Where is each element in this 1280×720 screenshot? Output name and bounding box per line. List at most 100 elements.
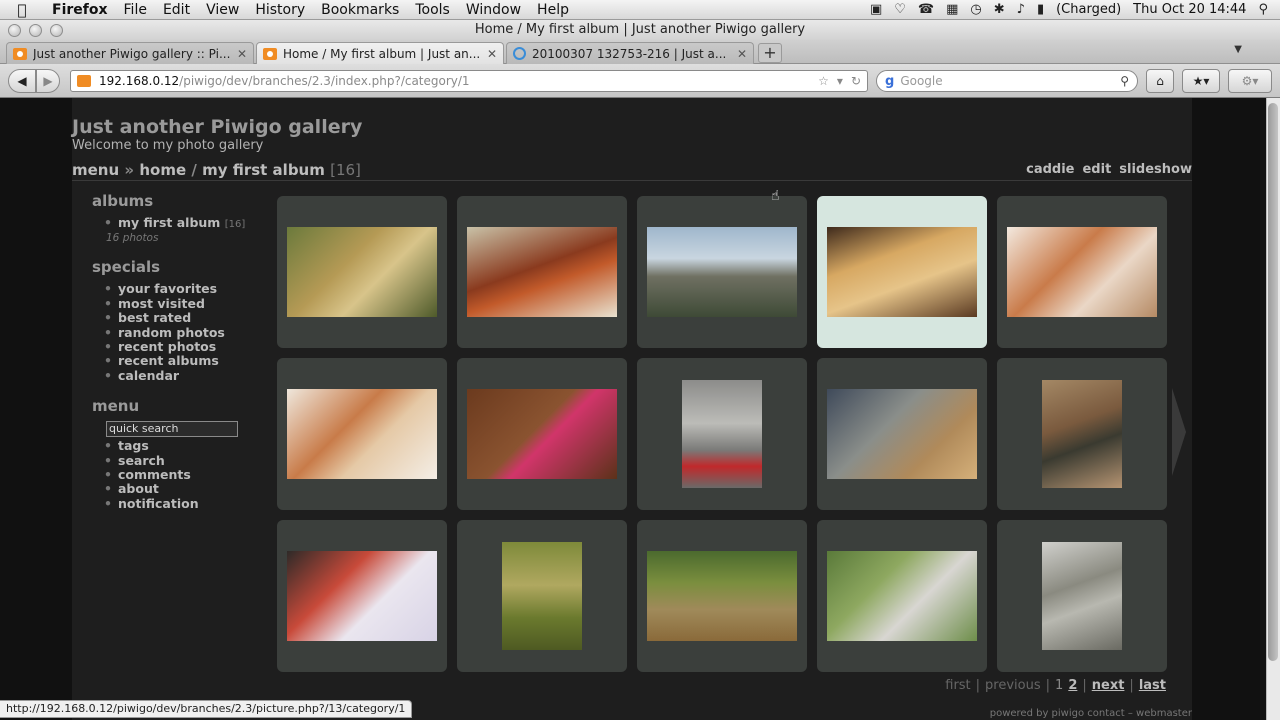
slideshow-link[interactable]: slideshow xyxy=(1119,162,1192,177)
pager-page-2[interactable]: 2 xyxy=(1068,678,1077,693)
menu-bookmarks[interactable]: Bookmarks xyxy=(313,2,407,18)
close-tab-icon[interactable]: ✕ xyxy=(737,47,747,61)
magnifier-icon[interactable]: ⚲ xyxy=(1120,74,1129,88)
thumbnail-cell[interactable] xyxy=(817,520,987,672)
history-dropdown-icon[interactable]: ▾ xyxy=(837,74,843,88)
battery-status[interactable]: (Charged) xyxy=(1056,2,1121,17)
edit-link[interactable]: edit xyxy=(1082,162,1111,177)
menu-file[interactable]: File xyxy=(116,2,155,18)
tab-photo-page[interactable]: 20100307 132753-216 | Just a... ✕ xyxy=(506,42,754,64)
time-machine-icon[interactable]: ◷ xyxy=(970,2,981,17)
back-button[interactable]: ◀ xyxy=(8,69,36,93)
battery-icon[interactable]: ▮ xyxy=(1037,2,1044,17)
thumbnail-rocky-shore[interactable] xyxy=(647,227,797,317)
caddie-link[interactable]: caddie xyxy=(1026,162,1074,177)
url-bar[interactable]: 192.168.0.12/piwigo/dev/branches/2.3/ind… xyxy=(70,70,868,92)
forward-button[interactable]: ▶ xyxy=(36,69,60,93)
thumbnail-cell[interactable] xyxy=(277,358,447,510)
thumbnail-crab[interactable] xyxy=(467,227,617,317)
tab-my-first-album[interactable]: Home / My first album | Just an... ✕ xyxy=(256,42,504,64)
sidebar-item-recent-photos[interactable]: recent photos xyxy=(92,339,252,355)
thumbnail-cell[interactable] xyxy=(277,520,447,672)
close-window-icon[interactable] xyxy=(8,24,21,37)
close-tab-icon[interactable]: ✕ xyxy=(487,47,497,61)
thumbnail-cell[interactable] xyxy=(997,520,1167,672)
thumbnail-desserts[interactable] xyxy=(1007,227,1157,317)
sidebar-item-random-photos[interactable]: random photos xyxy=(92,325,252,341)
clock[interactable]: Thu Oct 20 14:44 xyxy=(1133,2,1246,17)
thumbnail-potatoes[interactable] xyxy=(287,227,437,317)
menu-help[interactable]: Help xyxy=(529,2,577,18)
sidebar-item-most-visited[interactable]: most visited xyxy=(92,296,252,312)
breadcrumb-album[interactable]: my first album xyxy=(202,161,325,179)
thumbnail-cell[interactable] xyxy=(637,358,807,510)
thumbnail-mushrooms[interactable] xyxy=(502,542,582,650)
quick-search-input[interactable]: quick search xyxy=(106,421,238,438)
home-icon[interactable]: ⌂ xyxy=(1146,69,1174,93)
thumbnail-red-bicycle[interactable] xyxy=(682,380,762,488)
thumbnail-salmon-dish[interactable] xyxy=(287,389,437,479)
bluetooth-icon[interactable]: ✱ xyxy=(994,2,1005,17)
sidebar-item-your-favorites[interactable]: your favorites xyxy=(92,281,252,297)
sidebar-item-tags[interactable]: tags xyxy=(92,438,252,454)
thumbnail-cell[interactable] xyxy=(637,520,807,672)
sidebar-item-comments[interactable]: comments xyxy=(92,467,252,483)
menu-window[interactable]: Window xyxy=(458,2,529,18)
sidebar-item-my-first-album[interactable]: my first album [16] xyxy=(92,215,252,232)
thumbnail-cell[interactable] xyxy=(997,196,1167,348)
sidebar-item-recent-albums[interactable]: recent albums xyxy=(92,354,252,370)
thumbnail-toy-figures[interactable] xyxy=(1042,380,1122,488)
new-tab-button[interactable]: + xyxy=(758,43,782,63)
menu-edit[interactable]: Edit xyxy=(155,2,198,18)
sidebar-item-calendar[interactable]: calendar xyxy=(92,368,252,384)
cloud-icon[interactable]: ♡ xyxy=(894,2,906,17)
menu-view[interactable]: View xyxy=(198,2,247,18)
thumbnail-cherub-statue[interactable] xyxy=(1042,542,1122,650)
thumbnail-cell[interactable] xyxy=(997,358,1167,510)
menu-tools[interactable]: Tools xyxy=(407,2,458,18)
menu-history[interactable]: History xyxy=(247,2,313,18)
thumbnail-cell[interactable] xyxy=(637,196,807,348)
thumbnail-biscuits[interactable] xyxy=(827,227,977,317)
albums-heading[interactable]: albums xyxy=(92,192,252,210)
phone-icon[interactable]: ☎ xyxy=(918,2,934,17)
thumbnail-statue[interactable] xyxy=(827,551,977,641)
close-tab-icon[interactable]: ✕ xyxy=(237,47,247,61)
sidebar-item-best-rated[interactable]: best rated xyxy=(92,310,252,326)
breadcrumb-menu[interactable]: menu xyxy=(72,161,119,179)
thumbnail-pink-shoes[interactable] xyxy=(467,389,617,479)
next-page-arrow-icon[interactable] xyxy=(1172,388,1186,476)
pager-last[interactable]: last xyxy=(1139,678,1166,693)
zoom-window-icon[interactable] xyxy=(50,24,63,37)
camera-icon[interactable]: ▣ xyxy=(870,2,882,17)
bookmark-star-icon[interactable]: ☆ xyxy=(818,74,829,88)
thumbnail-cell[interactable] xyxy=(457,358,627,510)
thumbnail-cell[interactable] xyxy=(277,196,447,348)
minimize-window-icon[interactable] xyxy=(29,24,42,37)
reload-icon[interactable]: ↻ xyxy=(851,74,861,88)
sidebar-item-about[interactable]: about xyxy=(92,482,252,498)
tab-list-icon[interactable]: ▼ xyxy=(1234,44,1242,55)
google-icon[interactable]: g xyxy=(885,74,894,89)
tab-piwigo-home[interactable]: Just another Piwigo gallery :: Pi... ✕ xyxy=(6,42,254,64)
bookmarks-menu-icon[interactable]: ★▾ xyxy=(1182,69,1220,93)
sidebar-item-search[interactable]: search xyxy=(92,453,252,469)
breadcrumb-home[interactable]: home xyxy=(139,161,186,179)
pager-next[interactable]: next xyxy=(1092,678,1125,693)
app-status-icon[interactable]: ▦ xyxy=(946,2,958,17)
apple-icon[interactable]:  xyxy=(0,1,44,19)
site-title[interactable]: Just another Piwigo gallery xyxy=(72,116,362,138)
thumbnail-cell[interactable] xyxy=(457,520,627,672)
thumbnail-tree-alley[interactable] xyxy=(647,551,797,641)
extensions-icon[interactable]: ⚙▾ xyxy=(1228,69,1272,93)
thumbnail-toy-warriors[interactable] xyxy=(827,389,977,479)
thumbnail-cell[interactable] xyxy=(817,358,987,510)
spotlight-search-icon[interactable]: ⚲ xyxy=(1258,2,1268,17)
search-bar[interactable]: g Google ⚲ xyxy=(876,70,1138,92)
thumbnail-cell[interactable] xyxy=(457,196,627,348)
menu-app-name[interactable]: Firefox xyxy=(44,2,116,18)
scrollbar-thumb[interactable] xyxy=(1268,103,1278,661)
sidebar-item-notification[interactable]: notification xyxy=(92,496,252,512)
thumbnail-cell[interactable] xyxy=(817,196,987,348)
thumbnail-tulips[interactable] xyxy=(287,551,437,641)
